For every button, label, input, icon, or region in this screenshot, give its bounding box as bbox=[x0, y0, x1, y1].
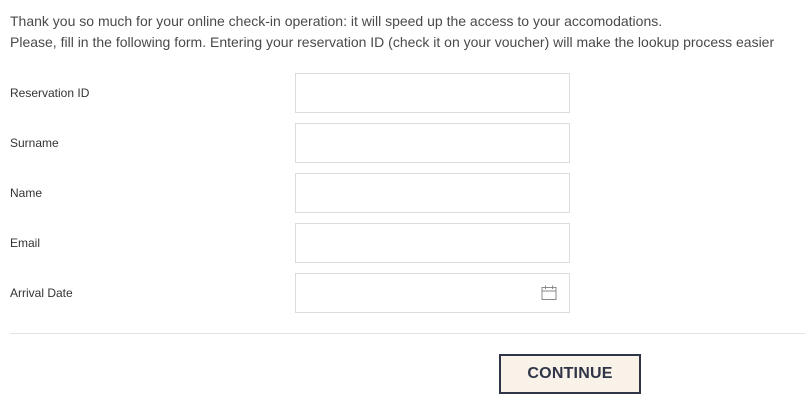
reservation-id-row: Reservation ID bbox=[0, 73, 805, 113]
name-row: Name bbox=[0, 173, 805, 213]
surname-label: Surname bbox=[10, 136, 59, 150]
surname-input[interactable] bbox=[295, 123, 570, 163]
intro-line-2: Please, fill in the following form. Ente… bbox=[10, 34, 775, 50]
reservation-id-label: Reservation ID bbox=[10, 86, 90, 100]
name-input[interactable] bbox=[295, 173, 570, 213]
arrival-date-label: Arrival Date bbox=[10, 286, 73, 300]
arrival-date-input[interactable] bbox=[295, 273, 570, 313]
email-label: Email bbox=[10, 236, 41, 250]
form-divider bbox=[10, 333, 805, 334]
name-label: Name bbox=[10, 186, 43, 200]
arrival-date-row: Arrival Date bbox=[0, 273, 805, 313]
intro-line-1: Thank you so much for your online check-… bbox=[10, 13, 663, 29]
surname-row: Surname bbox=[0, 123, 805, 163]
intro-text: Thank you so much for your online check-… bbox=[10, 11, 800, 53]
email-row: Email bbox=[0, 223, 805, 263]
continue-button[interactable]: CONTINUE bbox=[499, 354, 641, 394]
email-input[interactable] bbox=[295, 223, 570, 263]
reservation-id-input[interactable] bbox=[295, 73, 570, 113]
